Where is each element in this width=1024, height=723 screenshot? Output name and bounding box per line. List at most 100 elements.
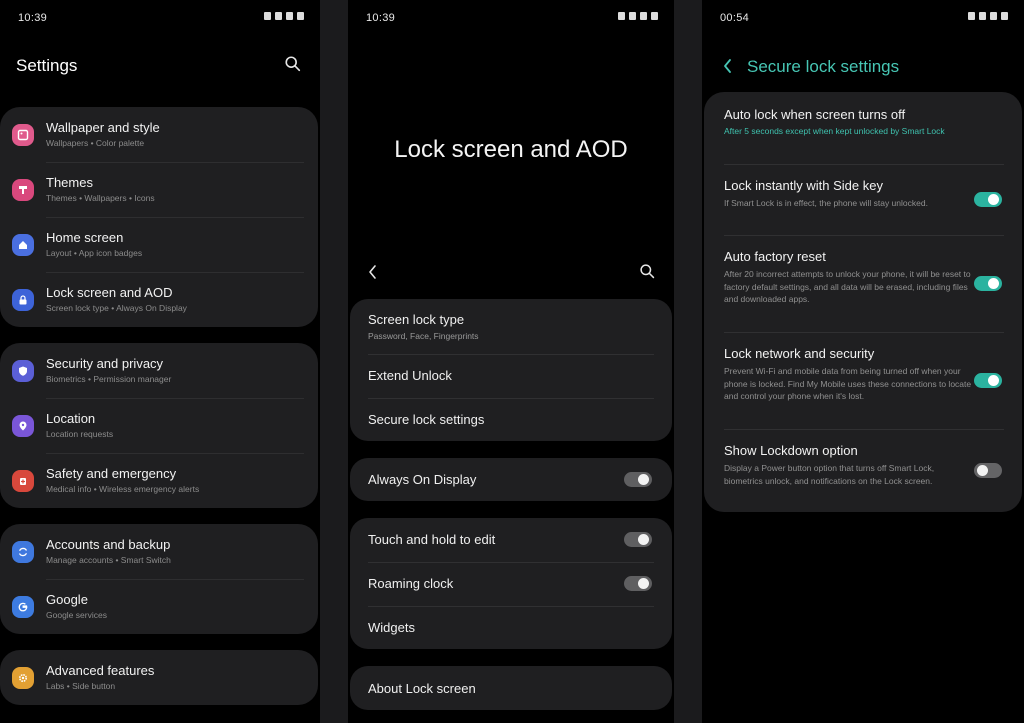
item-subtitle: Medical info • Wireless emergency alerts [46, 484, 200, 494]
back-chevron-icon[interactable] [366, 264, 380, 280]
lock-instantly-side-key-item[interactable]: Lock instantly with Side key If Smart Lo… [704, 164, 1022, 235]
item-title: Always On Display [368, 472, 477, 487]
item-title: Auto lock when screen turns off [724, 107, 906, 122]
page-title: Settings [16, 56, 78, 75]
lock-settings-card: Screen lock type Password, Face, Fingerp… [350, 299, 672, 441]
secure-lock-settings-item[interactable]: Secure lock settings [350, 398, 672, 441]
auto-factory-reset-toggle[interactable] [974, 276, 1002, 291]
settings-item-security[interactable]: Security and privacy Biometrics • Permis… [0, 343, 318, 398]
search-icon[interactable] [284, 55, 302, 73]
alarm-icon [618, 12, 625, 20]
location-pin-icon [12, 415, 34, 437]
roaming-clock-item[interactable]: Roaming clock [350, 562, 672, 606]
item-description: Prevent Wi-Fi and mobile data from being… [724, 366, 972, 401]
item-subtitle: Location requests [46, 429, 114, 439]
wifi-icon [979, 12, 986, 20]
lock-network-security-item[interactable]: Lock network and security Prevent Wi-Fi … [704, 332, 1022, 429]
lock-instantly-toggle[interactable] [974, 192, 1002, 207]
roaming-clock-toggle[interactable] [624, 576, 652, 591]
item-title: Safety and emergency [46, 466, 177, 481]
always-on-display-toggle[interactable] [624, 472, 652, 487]
signal-icon [640, 12, 647, 20]
signal-icon [286, 12, 293, 20]
status-icons [968, 12, 1008, 20]
item-subtitle: Themes • Wallpapers • Icons [46, 193, 155, 203]
item-subtitle: Screen lock type • Always On Display [46, 303, 187, 313]
item-subtitle: Layout • App icon badges [46, 248, 143, 258]
item-title: About Lock screen [368, 681, 476, 696]
settings-item-safety[interactable]: Safety and emergency Medical info • Wire… [0, 453, 318, 508]
item-title: Widgets [368, 620, 415, 635]
item-title: Secure lock settings [368, 412, 485, 427]
item-subtitle: Wallpapers • Color palette [46, 138, 145, 148]
item-description: If Smart Lock is in effect, the phone wi… [724, 198, 928, 208]
google-icon [12, 596, 34, 618]
settings-item-accounts[interactable]: Accounts and backup Manage accounts • Sm… [0, 524, 318, 579]
search-icon[interactable] [639, 263, 656, 280]
battery-icon [297, 12, 304, 20]
item-title: Touch and hold to edit [368, 532, 496, 547]
settings-screen: 10:39 Settings Wallpaper and style Wallp… [0, 0, 320, 723]
lock-screen-settings-screen: 10:39 Lock screen and AOD Screen lock ty… [348, 0, 674, 723]
settings-item-google[interactable]: Google Google services [0, 579, 318, 634]
page-title: Secure lock settings [747, 57, 900, 76]
wifi-icon [629, 12, 636, 20]
touch-hold-edit-toggle[interactable] [624, 532, 652, 547]
about-lock-screen-item[interactable]: About Lock screen [350, 666, 672, 710]
settings-item-advanced[interactable]: Advanced features Labs • Side button [0, 650, 318, 705]
emergency-icon [12, 470, 34, 492]
themes-icon [12, 179, 34, 201]
item-title: Lock instantly with Side key [724, 178, 883, 193]
item-title: Location [46, 411, 96, 426]
status-time: 10:39 [18, 12, 48, 24]
auto-factory-reset-item[interactable]: Auto factory reset After 20 incorrect at… [704, 235, 1022, 332]
auto-lock-item[interactable]: Auto lock when screen turns off After 5 … [704, 92, 1022, 164]
item-title: Wallpaper and style [46, 120, 160, 135]
settings-item-themes[interactable]: Themes Themes • Wallpapers • Icons [0, 162, 318, 217]
back-chevron-icon[interactable] [722, 58, 734, 74]
sync-icon [12, 541, 34, 563]
alarm-icon [264, 12, 271, 20]
item-subtitle: Biometrics • Permission manager [46, 374, 172, 384]
about-lock-screen-card: About Lock screen [350, 666, 672, 710]
status-icons [618, 12, 658, 20]
always-on-display-card: Always On Display [350, 458, 672, 501]
wifi-icon [275, 12, 282, 20]
page-title: Lock screen and AOD [394, 136, 628, 163]
item-title: Home screen [46, 230, 124, 245]
battery-icon [651, 12, 658, 20]
widgets-item[interactable]: Widgets [350, 606, 672, 649]
item-value: After 5 seconds except when kept unlocke… [724, 126, 945, 136]
screen-lock-type-item[interactable]: Screen lock type Password, Face, Fingerp… [350, 299, 672, 354]
extend-unlock-item[interactable]: Extend Unlock [350, 354, 672, 398]
item-title: Themes [46, 175, 93, 190]
item-title: Accounts and backup [46, 537, 171, 552]
item-title: Lock network and security [724, 346, 875, 361]
item-subtitle: Labs • Side button [46, 681, 116, 691]
item-title: Auto factory reset [724, 249, 826, 264]
lock-screen-options-card: Touch and hold to edit Roaming clock Wid… [350, 518, 672, 649]
battery-icon [1001, 12, 1008, 20]
item-title: Google [46, 592, 88, 607]
always-on-display-item[interactable]: Always On Display [350, 458, 672, 501]
alarm-icon [968, 12, 975, 20]
status-bar: 10:39 [0, 0, 320, 36]
settings-group-accounts: Accounts and backup Manage accounts • Sm… [0, 524, 318, 634]
item-title: Lock screen and AOD [46, 285, 173, 300]
settings-item-wallpaper[interactable]: Wallpaper and style Wallpapers • Color p… [0, 107, 318, 162]
touch-hold-edit-item[interactable]: Touch and hold to edit [350, 518, 672, 562]
item-subtitle: Manage accounts • Smart Switch [46, 555, 171, 565]
settings-item-home-screen[interactable]: Home screen Layout • App icon badges [0, 217, 318, 272]
settings-item-lock-screen[interactable]: Lock screen and AOD Screen lock type • A… [0, 272, 318, 327]
lock-network-toggle[interactable] [974, 373, 1002, 388]
item-subtitle: Password, Face, Fingerprints [368, 331, 479, 341]
show-lockdown-toggle[interactable] [974, 463, 1002, 478]
item-subtitle: Google services [46, 610, 107, 620]
show-lockdown-option-item[interactable]: Show Lockdown option Display a Power but… [704, 429, 1022, 512]
settings-item-location[interactable]: Location Location requests [0, 398, 318, 453]
status-bar: 10:39 [348, 0, 674, 36]
item-title: Screen lock type [368, 312, 465, 327]
item-title: Roaming clock [368, 576, 454, 591]
settings-group-advanced: Advanced features Labs • Side button [0, 650, 318, 705]
shield-icon [12, 360, 34, 382]
